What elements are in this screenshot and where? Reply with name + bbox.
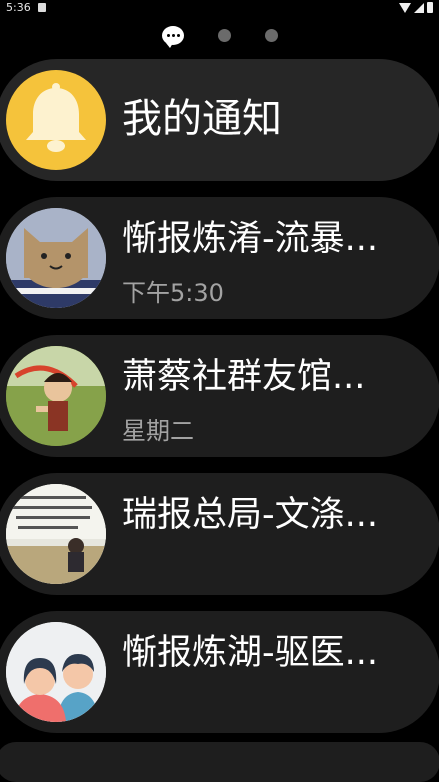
notification-time: 星期二	[122, 417, 194, 445]
page-dot-messages[interactable]	[161, 26, 184, 48]
classroom-photo-avatar	[6, 484, 106, 584]
page-indicator[interactable]	[0, 26, 439, 48]
notification-title: 瑞报总局-文涤...	[122, 495, 379, 535]
chat-bubble-icon	[166, 34, 180, 37]
page-dot-3[interactable]	[264, 29, 278, 42]
battery-icon	[427, 2, 433, 13]
notification-item[interactable]: 萧蔡社群友馆... 星期二	[0, 335, 439, 457]
notification-title: 惭报炼淆-流暴...	[122, 219, 379, 259]
people-avatar	[6, 622, 106, 722]
status-bar: 5:36	[0, 0, 439, 16]
page-dot-2[interactable]	[217, 29, 231, 42]
notifications-header[interactable]: 我的通知	[0, 59, 439, 181]
notification-item-partial[interactable]	[0, 742, 439, 782]
cat-avatar	[6, 208, 106, 308]
notification-status-icon	[38, 3, 46, 12]
wifi-icon	[399, 2, 411, 13]
notification-item[interactable]: 惭报炼淆-流暴... 下午5:30	[0, 197, 439, 319]
page-title: 我的通知	[122, 96, 282, 142]
game-character-avatar	[6, 346, 106, 446]
notification-title: 萧蔡社群友馆...	[122, 357, 366, 397]
notification-item[interactable]: 瑞报总局-文涤...	[0, 473, 439, 595]
notification-item[interactable]: 惭报炼湖-驱医...	[0, 611, 439, 733]
signal-icon	[414, 2, 424, 13]
notification-time: 下午5:30	[122, 279, 224, 307]
status-time: 5:36	[6, 1, 31, 14]
bell-icon	[6, 70, 106, 170]
status-icons	[399, 2, 433, 13]
notification-title: 惭报炼湖-驱医...	[122, 633, 379, 673]
